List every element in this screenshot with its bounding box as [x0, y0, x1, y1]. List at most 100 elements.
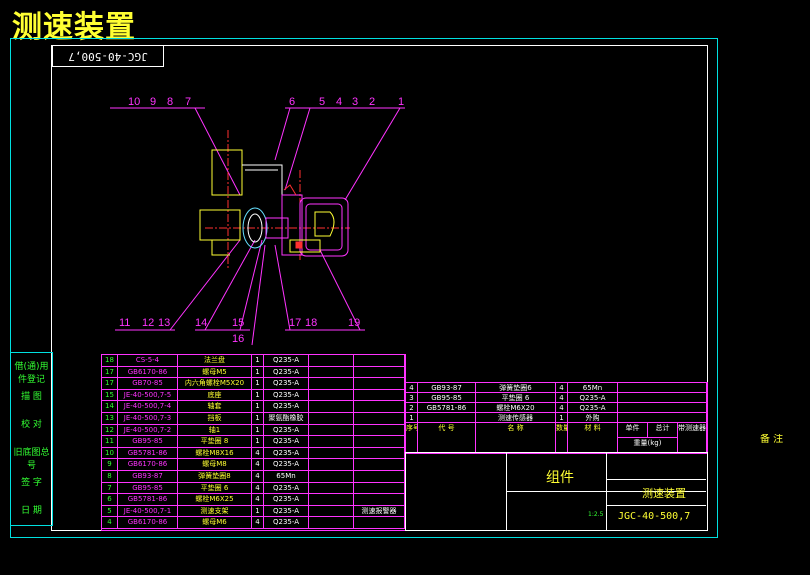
leader-label: 5 [319, 96, 326, 108]
bom-cell: GB95-85 [118, 482, 178, 495]
bom-cell: JE-40-500,7-3 [118, 413, 178, 425]
bom-cell: 平垫圈 6 [178, 482, 252, 495]
bom-cell [309, 505, 354, 518]
bom-cell: Q235-A [264, 378, 309, 390]
bom-cell [309, 494, 354, 506]
bom-cell [618, 393, 707, 403]
bom-header: 单件 [618, 423, 648, 438]
bom-cell: 螺母M6 [178, 517, 252, 529]
leader-label: 1 [398, 96, 405, 108]
title-block-divider [606, 479, 706, 480]
bom-cell [309, 471, 354, 483]
bom-cell [354, 494, 405, 506]
bom-cell: 弹簧垫圈8 [178, 471, 252, 483]
leader-label: 17 [289, 317, 302, 329]
leader-label: 2 [369, 96, 376, 108]
bom-cell: 1 [252, 413, 264, 425]
title-block-divider [606, 505, 706, 506]
bom-cell: 聚氨酯橡胶 [264, 413, 309, 425]
bom-cell: Q235-A [264, 424, 309, 437]
bom-cell: 13 [102, 413, 118, 425]
bom-cell: 4 [252, 459, 264, 471]
bom-header: 序号 [406, 423, 418, 453]
bom-cell [354, 366, 405, 379]
scale: 1:2.5 [588, 511, 604, 518]
bom-cell [354, 355, 405, 367]
leader-label: 12 [142, 317, 155, 329]
bom-cell: GB6170-86 [118, 459, 178, 471]
bom-cell: 螺栓M8X16 [178, 447, 252, 460]
bom-cell: 螺母M8 [178, 459, 252, 471]
bom-cell: 1 [252, 366, 264, 379]
bom-cell: JE-40-500,7-4 [118, 401, 178, 413]
bom-cell: GB6170-86 [118, 366, 178, 379]
bom-cell [618, 403, 707, 413]
bom-cell: 1 [252, 436, 264, 448]
bom-cell: GB95-85 [418, 393, 476, 403]
bom-cell: Q235-A [264, 436, 309, 448]
bom-cell [309, 355, 354, 367]
leader-label: 14 [195, 317, 208, 329]
leader-label: 7 [185, 96, 192, 108]
bom-cell [354, 424, 405, 437]
bom-cell: 4 [252, 482, 264, 495]
bom-cell [354, 389, 405, 402]
bom-header: 数量 [556, 423, 568, 453]
bom-cell: JE-40-500,7-2 [118, 424, 178, 437]
bom-cell: GB5781-86 [118, 447, 178, 460]
bom-cell: 螺栓M6X20 [476, 403, 556, 413]
bom-cell: 8 [102, 471, 118, 483]
bom-cell [309, 447, 354, 460]
bom-cell: 3 [406, 393, 418, 403]
bom-cell: 18 [102, 355, 118, 367]
bom-cell: GB93-87 [118, 471, 178, 483]
bom-cell: 1 [252, 355, 264, 367]
bom-cell: 轴套 [178, 401, 252, 413]
bom-cell: GB6170-86 [118, 517, 178, 529]
bom-cell: 6 [102, 494, 118, 506]
leader-label: 4 [336, 96, 343, 108]
bom-cell: 15 [102, 389, 118, 402]
bom-cell: Q235-A [568, 403, 618, 413]
bom-header: 材 料 [568, 423, 618, 453]
bom-cell: 4 [252, 517, 264, 529]
bom-cell: 5 [102, 505, 118, 518]
bom-cell [309, 424, 354, 437]
bom-cell: GB95-85 [118, 436, 178, 448]
bom-cell: 17 [102, 366, 118, 379]
leader-label: 10 [128, 96, 141, 108]
bom-cell: 4 [252, 447, 264, 460]
bom-cell: 4 [252, 471, 264, 483]
bom-cell: 2 [406, 403, 418, 413]
bom-cell: JE-40-500,7-5 [118, 389, 178, 402]
bom-cell: 10 [102, 447, 118, 460]
bom-cell: 挡板 [178, 413, 252, 425]
leader-label: 15 [232, 317, 245, 329]
bom-cell [354, 413, 405, 425]
bom-cell: Q235-A [568, 393, 618, 403]
bom-cell: 平垫圈 8 [178, 436, 252, 448]
bom-cell: 4 [556, 393, 568, 403]
bom-cell: 内六角螺栓M5X20 [178, 378, 252, 390]
bom-cell [354, 517, 405, 529]
bom-cell [309, 378, 354, 390]
bom-cell: 外购 [568, 413, 618, 423]
bom-cell: 螺栓M6X25 [178, 494, 252, 506]
bom-cell: Q235-A [264, 482, 309, 495]
bom-cell: 1 [406, 413, 418, 423]
bom-cell [309, 482, 354, 495]
bom-cell [309, 366, 354, 379]
bom-table-left: 18 CS-5-4 法兰盘 1 Q235-A 17 GB6170-86 螺母M5 1 Q235-A… [101, 354, 406, 531]
bom-cell: 1 [252, 505, 264, 518]
bom-cell: 底座 [178, 389, 252, 402]
bom-cell: 12 [102, 424, 118, 437]
leader-label: 3 [352, 96, 359, 108]
title-block: 组件 测速装置 JGC-40-500,7 1:2.5 [405, 452, 708, 531]
remark-header: 备 注 [760, 434, 784, 445]
bom-cell: 7 [102, 482, 118, 495]
bom-cell: 1 [252, 378, 264, 390]
bom-cell: 65Mn [264, 471, 309, 483]
bom-cell: 1 [252, 401, 264, 413]
bom-cell [309, 389, 354, 402]
bom-cell: Q235-A [264, 401, 309, 413]
